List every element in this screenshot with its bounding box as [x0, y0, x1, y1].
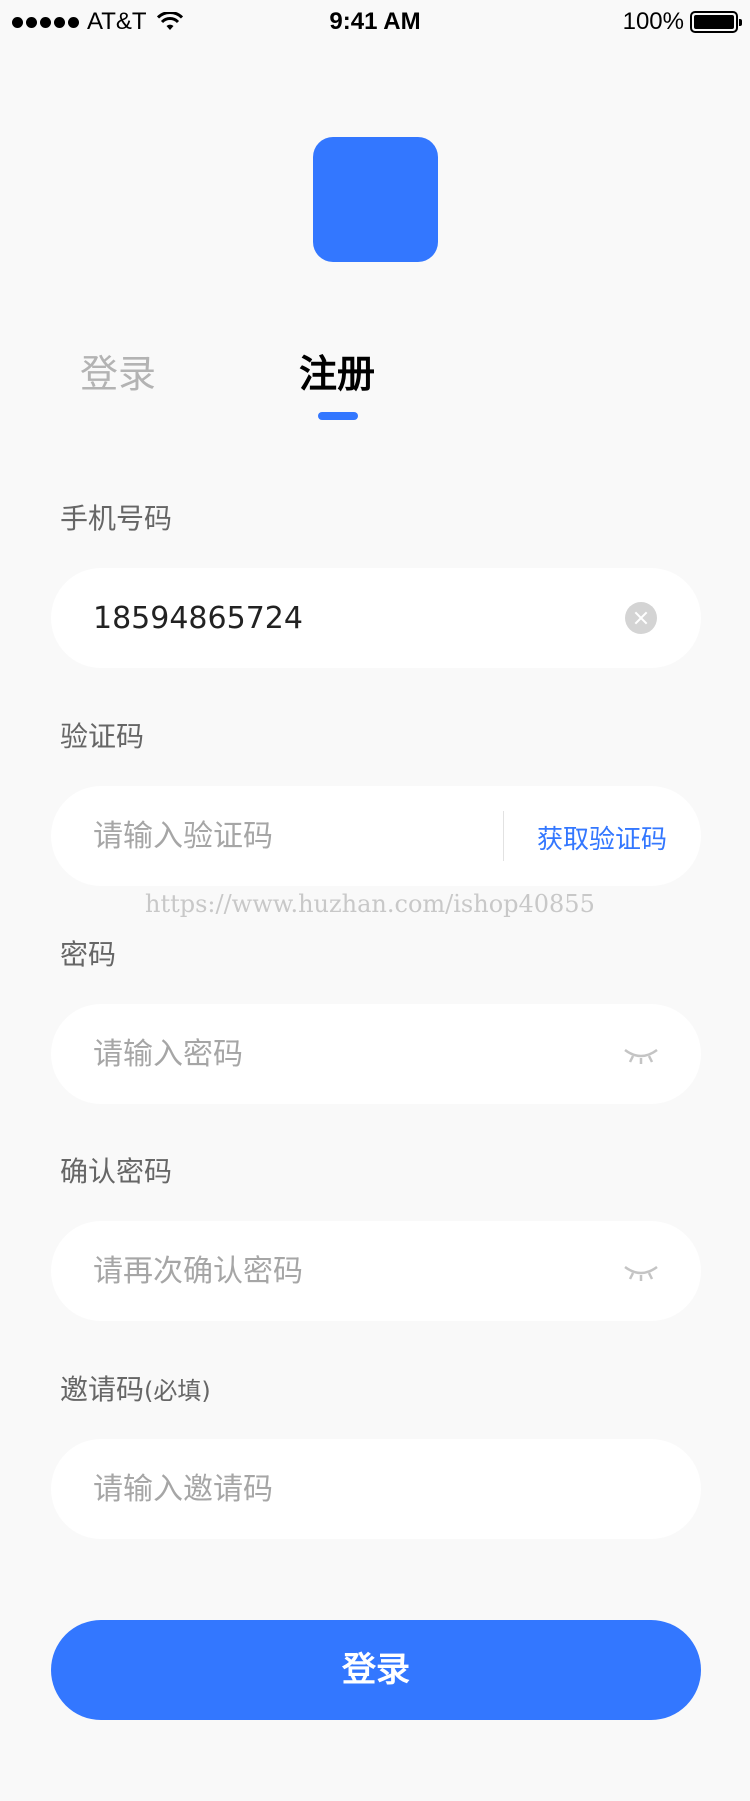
password-input[interactable] — [93, 1004, 513, 1104]
phone-field — [51, 568, 701, 668]
tab-register[interactable]: 注册 — [299, 343, 375, 398]
code-input[interactable] — [93, 786, 513, 886]
watermark: https://www.huzhan.com/ishop40855 — [145, 890, 595, 918]
battery-percent: 100% — [622, 8, 684, 35]
invite-required-note: (必填) — [144, 1377, 211, 1405]
code-field: 获取验证码 — [51, 786, 701, 886]
battery-icon — [690, 11, 742, 33]
submit-button[interactable]: 登录 — [51, 1620, 701, 1720]
eye-closed-icon[interactable] — [623, 1263, 659, 1283]
code-label: 验证码 — [60, 720, 145, 753]
eye-closed-icon[interactable] — [623, 1046, 659, 1066]
get-code-button[interactable]: 获取验证码 — [537, 819, 667, 856]
field-divider — [503, 811, 504, 861]
phone-input[interactable] — [93, 568, 513, 668]
invite-label: 邀请码(必填) — [60, 1368, 211, 1408]
clear-icon[interactable] — [625, 602, 657, 634]
tab-login[interactable]: 登录 — [80, 343, 156, 398]
invite-input[interactable] — [93, 1439, 513, 1539]
active-tab-indicator — [318, 412, 358, 420]
confirm-password-label: 确认密码 — [60, 1155, 173, 1188]
status-bar: AT&T 9:41 AM 100% — [0, 0, 750, 44]
password-label: 密码 — [60, 938, 117, 971]
phone-label: 手机号码 — [60, 502, 173, 535]
invite-field — [51, 1439, 701, 1539]
invite-label-text: 邀请码 — [60, 1373, 145, 1406]
app-logo — [313, 137, 438, 262]
confirm-password-field — [51, 1221, 701, 1321]
confirm-password-input[interactable] — [93, 1221, 513, 1321]
status-right: 100% — [622, 8, 742, 36]
register-screen: AT&T 9:41 AM 100% 登录 注册 手机号码 验证码 获取验证码 h… — [0, 0, 750, 1801]
password-field — [51, 1004, 701, 1104]
